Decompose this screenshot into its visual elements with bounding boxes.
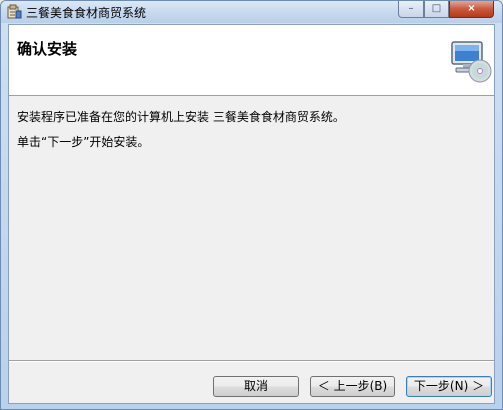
- header-banner: 确认安装: [9, 25, 494, 96]
- title-bar[interactable]: 三餐美食食材商贸系统 – □ ×: [1, 1, 502, 23]
- cancel-button[interactable]: 取消: [213, 376, 299, 397]
- installer-app-icon: [7, 4, 22, 19]
- computer-cd-icon: [451, 41, 492, 83]
- installer-window: 三餐美食食材商贸系统 – □ × 确认安装 安装程序已准备在您的计算机上安装 三…: [0, 0, 503, 410]
- footer-divider: [9, 360, 494, 362]
- dialog-client-area: 确认安装 安装程序已准备在您的计算机上安装 三餐美食食材商贸系统。 单击“下一步…: [8, 24, 495, 404]
- close-button[interactable]: ×: [449, 1, 494, 18]
- maximize-button[interactable]: □: [424, 1, 449, 18]
- next-button[interactable]: 下一步(N) ＞: [406, 376, 492, 397]
- page-title: 确认安装: [17, 40, 78, 58]
- minimize-button[interactable]: –: [398, 1, 424, 18]
- install-ready-message: 安装程序已准备在您的计算机上安装 三餐美食食材商贸系统。: [17, 110, 345, 124]
- click-next-instruction: 单击“下一步”开始安装。: [17, 135, 150, 149]
- back-button[interactable]: ＜ 上一步(B): [310, 376, 395, 397]
- window-title: 三餐美食食材商贸系统: [26, 6, 147, 20]
